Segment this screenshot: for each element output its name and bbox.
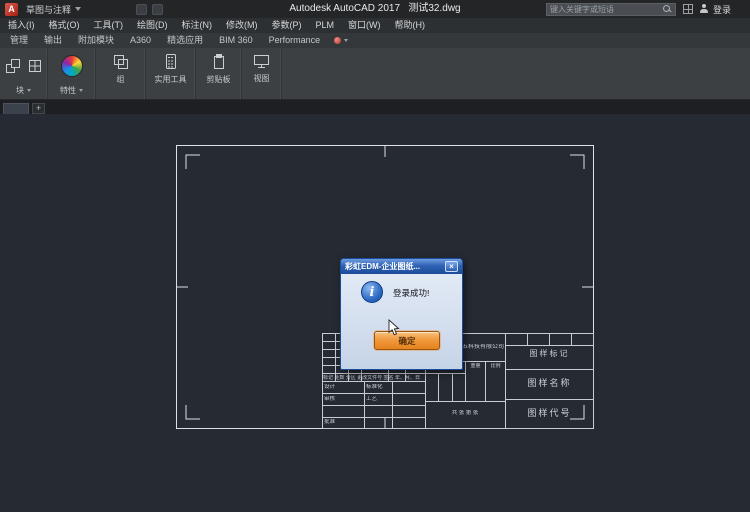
create-block-icon[interactable] bbox=[27, 58, 43, 74]
menu-insert[interactable]: 插入(I) bbox=[1, 18, 42, 33]
dialog-titlebar[interactable]: 彩虹EDM-企业图纸... × bbox=[341, 259, 462, 274]
titleblock-check-label: 审核 bbox=[324, 396, 335, 403]
ribbon-panel-utilities[interactable]: 实用工具 bbox=[146, 48, 196, 99]
chevron-down-icon bbox=[75, 7, 81, 11]
ribbon-tab-output[interactable]: 输出 bbox=[36, 33, 70, 48]
model-space-canvas[interactable]: 南宁市二郎二五科技有限公司 图样标记 图样名称 图样代号 阶段标记 重量 比例 … bbox=[0, 114, 750, 512]
autocad-logo[interactable]: A bbox=[5, 3, 18, 16]
titleblock-weight-label: 重量 bbox=[466, 363, 485, 369]
record-dot-icon bbox=[334, 37, 341, 44]
menu-modify[interactable]: 修改(M) bbox=[219, 18, 265, 33]
menu-window[interactable]: 窗口(W) bbox=[341, 18, 388, 33]
quick-access-icon-2[interactable] bbox=[152, 4, 163, 15]
login-result-dialog: 彩虹EDM-企业图纸... × i 登录成功! 确定 bbox=[340, 258, 463, 370]
workspace-switcher[interactable]: 草图与注释 bbox=[23, 1, 84, 17]
clipboard-icon bbox=[211, 53, 227, 71]
ribbon-tab-featured-apps[interactable]: 精选应用 bbox=[159, 33, 211, 48]
titleblock-code-label: 图样代号 bbox=[506, 408, 593, 419]
signin-label: 登录 bbox=[713, 3, 731, 16]
ribbon-tab-bim360[interactable]: BIM 360 bbox=[211, 33, 261, 48]
chevron-down-icon bbox=[344, 39, 348, 42]
file-tab-strip: + bbox=[0, 100, 750, 114]
ribbon-panel-block: 块 bbox=[0, 48, 48, 99]
ribbon-tabbar: 管理 输出 附加模块 A360 精选应用 BIM 360 Performance bbox=[0, 33, 750, 48]
dialog-title: 彩虹EDM-企业图纸... bbox=[345, 261, 420, 272]
info-icon: i bbox=[361, 281, 383, 303]
ribbon-tab-manage[interactable]: 管理 bbox=[2, 33, 36, 48]
menu-help[interactable]: 帮助(H) bbox=[388, 18, 433, 33]
panel-title-properties[interactable]: 特性 bbox=[48, 84, 95, 99]
menu-parametric[interactable]: 参数(P) bbox=[265, 18, 309, 33]
drawing-file-tab[interactable] bbox=[3, 103, 29, 114]
quick-access-icon-1[interactable] bbox=[136, 4, 147, 15]
close-icon[interactable]: × bbox=[445, 261, 458, 272]
menu-format[interactable]: 格式(O) bbox=[42, 18, 87, 33]
ok-button[interactable]: 确定 bbox=[374, 331, 440, 350]
ribbon-tab-addins[interactable]: 附加模块 bbox=[70, 33, 122, 48]
titlebar: A 草图与注释 Autodesk AutoCAD 2017 测试32.dwg 登… bbox=[0, 0, 750, 18]
menu-dimension[interactable]: 标注(N) bbox=[175, 18, 220, 33]
new-drawing-tab-button[interactable]: + bbox=[32, 103, 45, 114]
ribbon-panel-properties: 特性 bbox=[48, 48, 96, 99]
ribbon-panels: 块 特性 组 实用工具 bbox=[0, 48, 750, 100]
titleblock-sheets-label: 共 张 第 张 bbox=[426, 410, 504, 417]
ribbon-tab-performance[interactable]: Performance bbox=[261, 33, 329, 48]
titleblock-approve-label: 批准 bbox=[324, 419, 335, 426]
ribbon-tab-a360[interactable]: A360 bbox=[122, 33, 159, 48]
titleblock-name-label: 图样名称 bbox=[506, 378, 593, 389]
panel-title-block[interactable]: 块 bbox=[0, 84, 47, 99]
search-icon[interactable] bbox=[663, 5, 672, 14]
search-input[interactable] bbox=[550, 5, 660, 14]
workspace-label: 草图与注释 bbox=[26, 3, 71, 16]
chevron-down-icon bbox=[27, 89, 31, 92]
ribbon-display-toggle[interactable] bbox=[328, 37, 354, 44]
group-icon bbox=[112, 53, 130, 71]
search-box[interactable] bbox=[546, 3, 676, 16]
dialog-message: 登录成功! bbox=[393, 287, 429, 299]
window-title: Autodesk AutoCAD 2017 测试32.dwg bbox=[289, 0, 460, 18]
titleblock-scale-label: 比例 bbox=[486, 363, 505, 369]
titleblock-craft-label: 工艺 bbox=[366, 396, 377, 403]
color-wheel-icon[interactable] bbox=[61, 55, 83, 77]
ribbon-panel-group[interactable]: 组 bbox=[96, 48, 146, 99]
ribbon-panel-clipboard[interactable]: 剪贴板 bbox=[196, 48, 242, 99]
menu-tools[interactable]: 工具(T) bbox=[87, 18, 131, 33]
menu-plm[interactable]: PLM bbox=[309, 18, 342, 33]
autocad-logo-letter: A bbox=[8, 4, 15, 14]
person-icon bbox=[700, 4, 709, 14]
titleblock-revision-header: 标记 处数 分区 更改文件号 签名 年、月、日 bbox=[323, 375, 424, 381]
infocenter: 登录 bbox=[546, 3, 745, 16]
autocad-window: A 草图与注释 Autodesk AutoCAD 2017 测试32.dwg 登… bbox=[0, 0, 750, 512]
ribbon-panel-view[interactable]: 视图 bbox=[242, 48, 282, 99]
signin-button[interactable]: 登录 bbox=[700, 3, 745, 16]
titleblock-standardize-label: 标准化 bbox=[366, 384, 383, 391]
menu-draw[interactable]: 绘图(D) bbox=[130, 18, 175, 33]
insert-block-icon[interactable] bbox=[5, 58, 21, 74]
titleblock-design-label: 设计 bbox=[324, 384, 335, 391]
monitor-icon bbox=[253, 53, 270, 70]
calculator-icon bbox=[163, 53, 179, 71]
apps-icon[interactable] bbox=[683, 4, 693, 14]
menubar: 插入(I) 格式(O) 工具(T) 绘图(D) 标注(N) 修改(M) 参数(P… bbox=[0, 18, 750, 33]
titleblock-mark-label: 图样标记 bbox=[506, 349, 593, 359]
chevron-down-icon bbox=[79, 89, 83, 92]
dialog-body: i 登录成功! 确定 bbox=[341, 274, 462, 369]
